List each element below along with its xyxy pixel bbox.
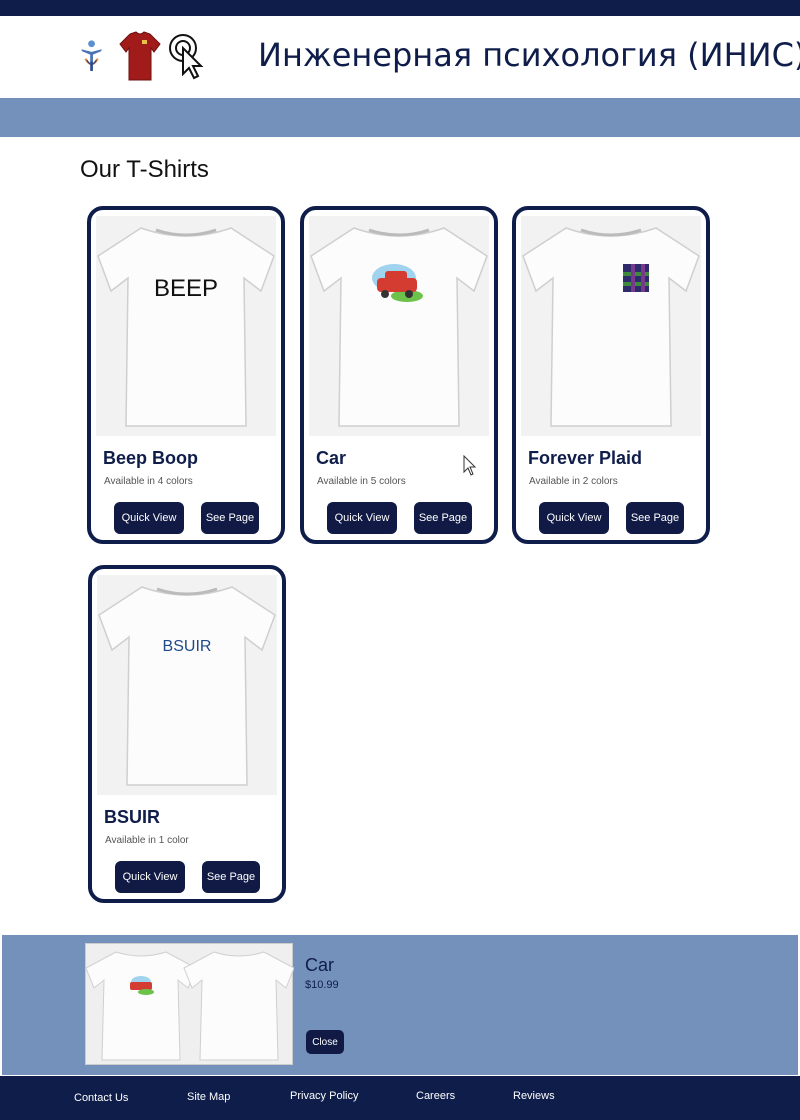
product-name: BSUIR xyxy=(104,807,161,827)
product-card-bsuir: BSUIR BSUIR Available in 1 color Quick V… xyxy=(88,565,286,903)
product-availability: Available in 5 colors xyxy=(317,476,406,487)
product-name: Beep Boop xyxy=(103,448,199,468)
preview-product-name: Car xyxy=(305,955,335,975)
product-name: Car xyxy=(316,448,347,468)
product-card-forever-plaid: Forever Plaid Available in 2 colors Quic… xyxy=(512,206,710,544)
see-page-button[interactable]: See Page xyxy=(414,502,472,534)
section-title: Our T-Shirts xyxy=(80,156,209,183)
product-availability: Available in 1 color xyxy=(105,835,189,846)
see-page-button[interactable]: See Page xyxy=(201,502,259,534)
quick-view-panel: Car $10.99 Close xyxy=(2,935,798,1075)
nav-band xyxy=(0,98,800,137)
see-page-button[interactable]: See Page xyxy=(626,502,684,534)
top-strip xyxy=(0,0,800,16)
footer-link-contact-us[interactable]: Contact Us xyxy=(74,1092,128,1104)
product-image[interactable] xyxy=(309,216,489,436)
footer-link-privacy-policy[interactable]: Privacy Policy xyxy=(290,1090,358,1102)
mouse-pointer-icon xyxy=(463,454,477,477)
site-footer: Contact Us Site Map Privacy Policy Caree… xyxy=(0,1076,800,1120)
site-title: Инженерная психология (ИНИС) xyxy=(258,36,800,74)
product-image[interactable] xyxy=(521,216,701,436)
footer-link-careers[interactable]: Careers xyxy=(416,1090,455,1102)
preview-price: $10.99 xyxy=(305,979,339,991)
product-card-beep-boop: BEEP Beep Boop Available in 4 colors Qui… xyxy=(87,206,285,544)
product-availability: Available in 4 colors xyxy=(104,476,193,487)
shirt-print-text: BSUIR xyxy=(163,638,212,655)
footer-link-site-map[interactable]: Site Map xyxy=(187,1091,230,1103)
product-name: Forever Plaid xyxy=(528,448,643,468)
quick-view-button[interactable]: Quick View xyxy=(327,502,397,534)
shirt-print-text: BEEP xyxy=(154,275,218,302)
close-button[interactable]: Close xyxy=(306,1030,344,1054)
quick-view-button[interactable]: Quick View xyxy=(115,861,185,893)
product-image[interactable]: BEEP xyxy=(96,216,276,436)
red-tshirt-logo-icon[interactable] xyxy=(118,30,168,82)
see-page-button[interactable]: See Page xyxy=(202,861,260,893)
product-availability: Available in 2 colors xyxy=(529,476,618,487)
quick-view-button[interactable]: Quick View xyxy=(114,502,184,534)
footer-link-reviews[interactable]: Reviews xyxy=(513,1090,555,1102)
quick-view-button[interactable]: Quick View xyxy=(539,502,609,534)
cursor-click-logo-icon[interactable] xyxy=(166,30,216,82)
preview-image xyxy=(85,943,295,1065)
product-image[interactable]: BSUIR xyxy=(97,575,277,795)
site-header: Инженерная психология (ИНИС) xyxy=(0,16,800,98)
product-card-car: Car Available in 5 colors Quick View See… xyxy=(300,206,498,544)
plaid-print xyxy=(623,264,649,292)
